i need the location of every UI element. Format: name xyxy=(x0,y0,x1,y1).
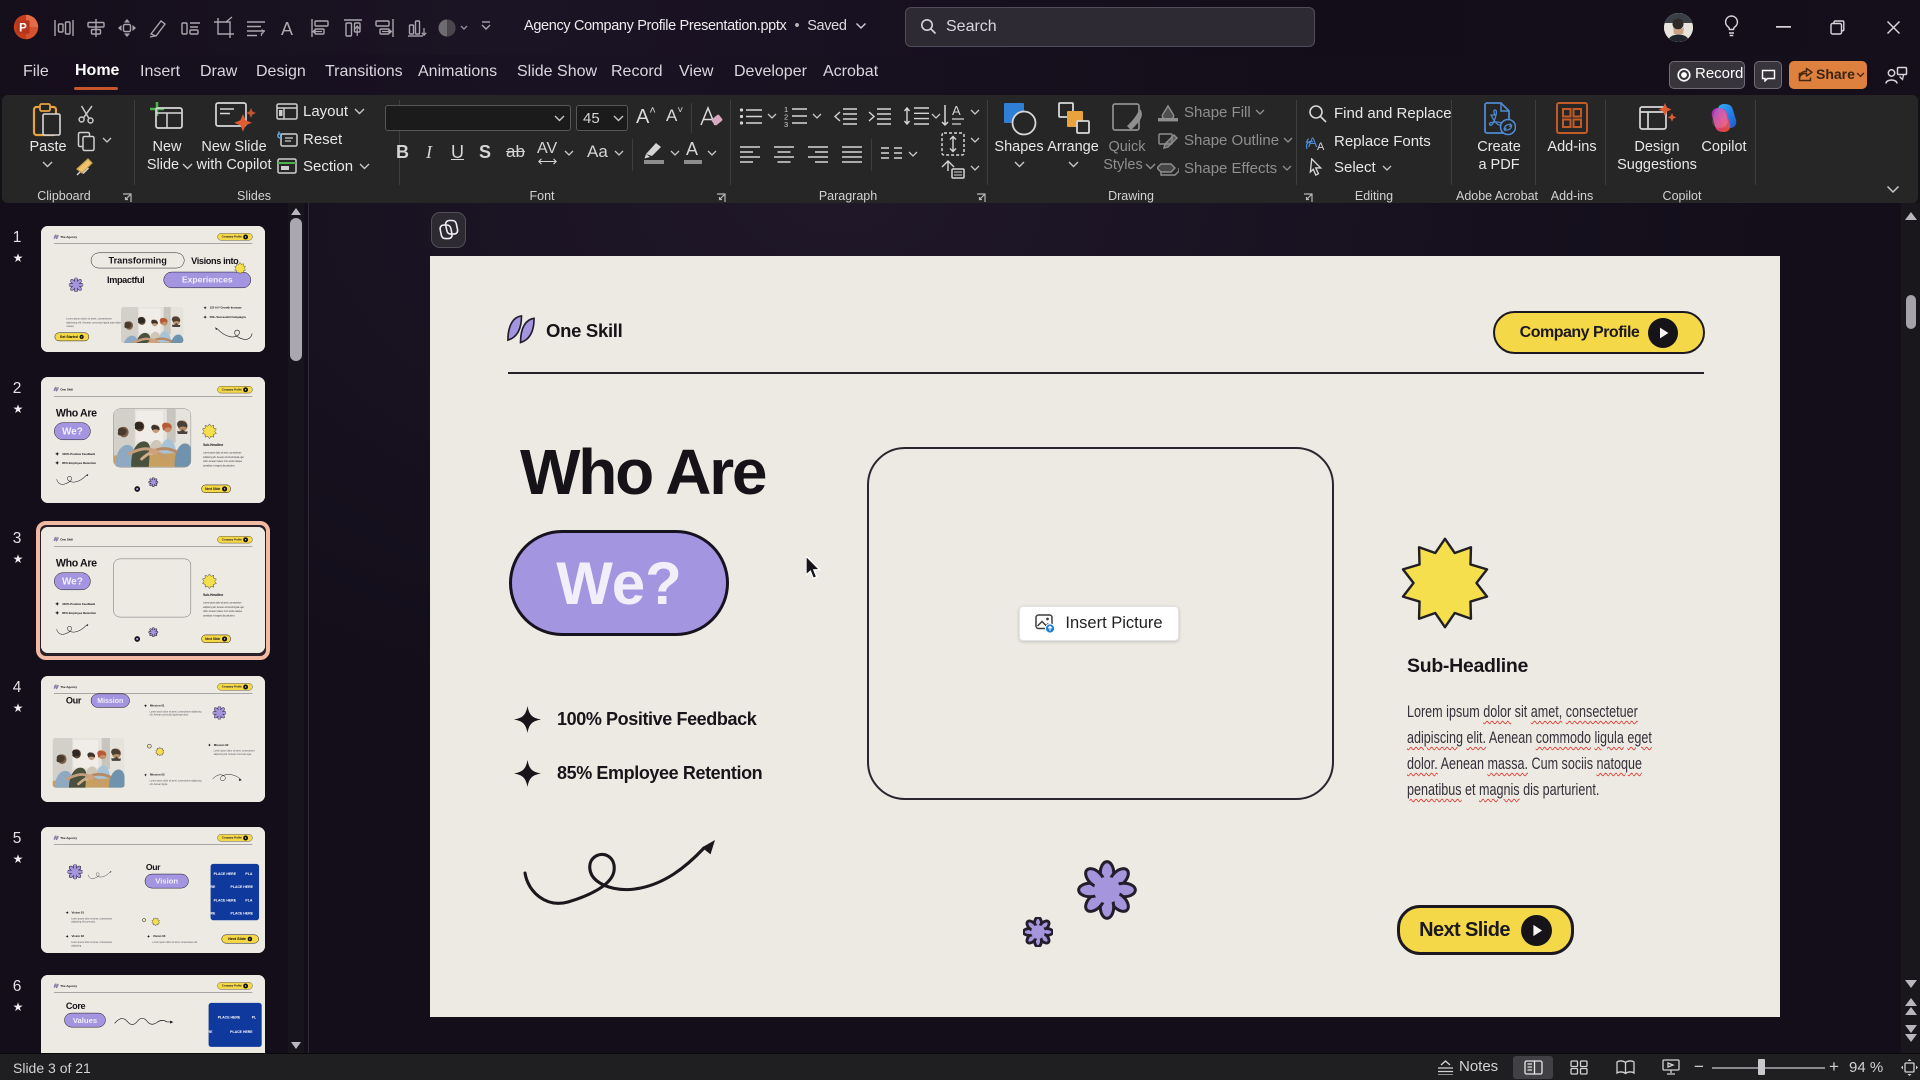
svg-text:3: 3 xyxy=(784,120,788,127)
svg-text:A: A xyxy=(281,19,293,39)
svg-text:A: A xyxy=(952,103,961,118)
svg-text:A: A xyxy=(1317,141,1325,152)
svg-text:P: P xyxy=(19,22,27,34)
